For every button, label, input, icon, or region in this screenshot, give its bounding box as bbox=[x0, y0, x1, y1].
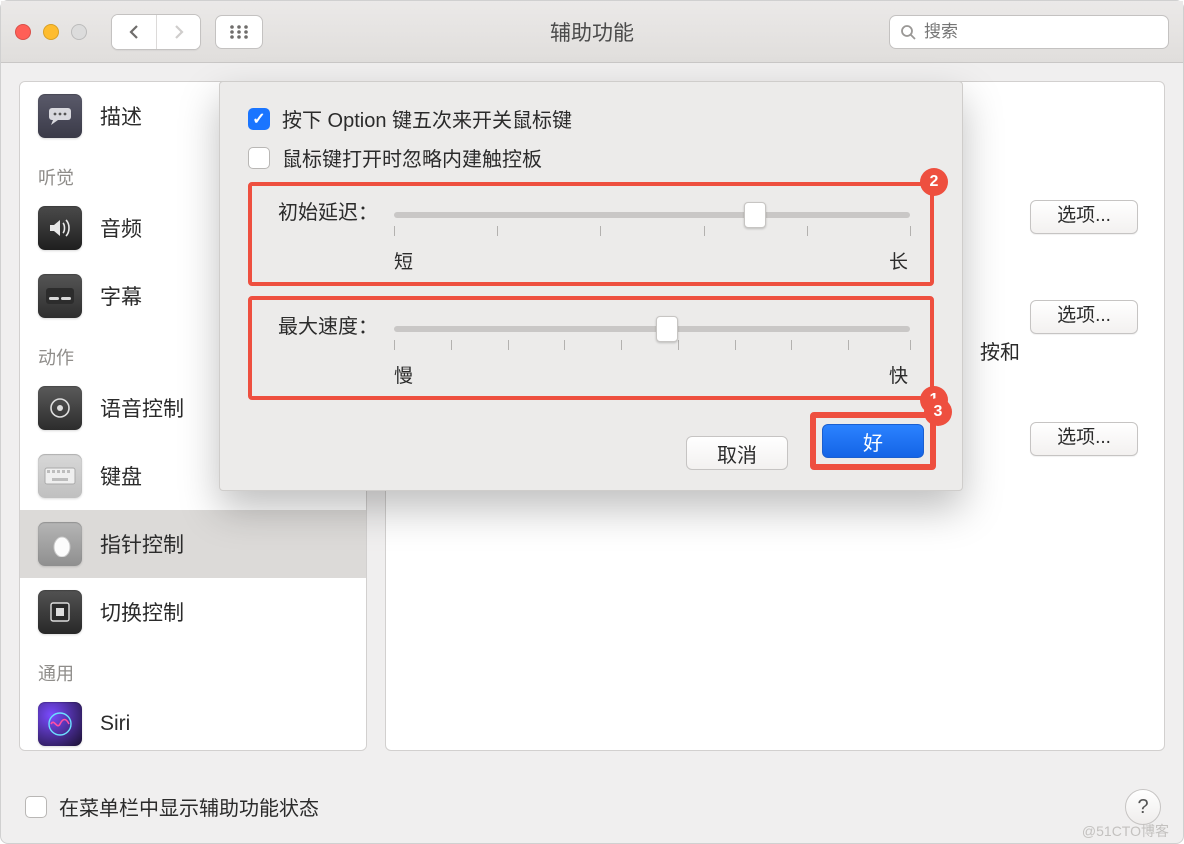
search-input[interactable] bbox=[924, 22, 1158, 42]
sidebar-item-pointer-control[interactable]: 指针控制 bbox=[20, 510, 366, 578]
max-speed-min: 慢 bbox=[394, 361, 413, 388]
footer: 在菜单栏中显示辅助功能状态 bbox=[25, 792, 319, 821]
keyboard-icon bbox=[38, 454, 82, 498]
cancel-button[interactable]: 取消 bbox=[686, 436, 788, 470]
search-icon bbox=[900, 24, 916, 40]
ignore-trackpad-checkbox[interactable] bbox=[248, 147, 270, 169]
nav-segmented bbox=[111, 14, 201, 50]
ignore-trackpad-label: 鼠标键打开时忽略内建触控板 bbox=[282, 143, 542, 172]
close-window-icon[interactable] bbox=[15, 24, 31, 40]
highlight-ok: 3 好 bbox=[810, 412, 936, 470]
menubar-status-label: 在菜单栏中显示辅助功能状态 bbox=[59, 792, 319, 821]
credit-text: @51CTO博客 bbox=[1082, 821, 1169, 841]
switch-control-icon bbox=[38, 590, 82, 634]
zoom-window-icon[interactable] bbox=[71, 24, 87, 40]
bg-text-fragment: 按和 bbox=[980, 336, 1020, 365]
sidebar-item-label: Siri bbox=[100, 712, 130, 736]
category-general: 通用 bbox=[20, 646, 366, 690]
mouse-keys-options-sheet: 按下 Option 键五次来开关鼠标键 鼠标键打开时忽略内建触控板 2 初始延迟… bbox=[219, 81, 963, 491]
sidebar-item-label: 语音控制 bbox=[100, 393, 184, 423]
badge-2: 2 bbox=[920, 168, 948, 196]
sidebar-item-siri[interactable]: Siri bbox=[20, 690, 366, 751]
initial-delay-min: 短 bbox=[394, 247, 413, 274]
help-button[interactable]: ? bbox=[1125, 789, 1161, 825]
option-5x-checkbox[interactable] bbox=[248, 108, 270, 130]
options-button-2[interactable]: 选项... bbox=[1030, 300, 1138, 334]
show-all-button[interactable] bbox=[215, 15, 263, 49]
sidebar-item-label: 字幕 bbox=[100, 281, 142, 311]
minimize-window-icon[interactable] bbox=[43, 24, 59, 40]
slider-thumb[interactable] bbox=[744, 202, 766, 228]
siri-icon bbox=[38, 702, 82, 746]
speech-bubble-icon bbox=[38, 94, 82, 138]
toolbar: 辅助功能 bbox=[1, 1, 1183, 63]
sidebar-item-label: 指针控制 bbox=[100, 529, 184, 559]
captions-icon bbox=[38, 274, 82, 318]
sidebar-item-label: 切换控制 bbox=[100, 597, 184, 627]
ok-button[interactable]: 好 bbox=[822, 424, 924, 458]
sidebar-item-label: 键盘 bbox=[100, 461, 142, 491]
max-speed-max: 快 bbox=[889, 361, 908, 388]
initial-delay-slider[interactable] bbox=[394, 212, 910, 218]
initial-delay-max: 长 bbox=[889, 247, 908, 274]
window-controls bbox=[15, 24, 87, 40]
search-field[interactable] bbox=[889, 15, 1169, 49]
highlight-initial-delay: 2 初始延迟： 短 长 bbox=[248, 182, 934, 286]
forward-button[interactable] bbox=[156, 15, 200, 49]
max-speed-label: 最大速度： bbox=[268, 310, 378, 339]
sidebar-item-switch-control[interactable]: 切换控制 bbox=[20, 578, 366, 646]
back-button[interactable] bbox=[112, 15, 156, 49]
slider-thumb[interactable] bbox=[656, 316, 678, 342]
max-speed-slider[interactable] bbox=[394, 326, 910, 332]
menubar-status-checkbox[interactable] bbox=[25, 796, 47, 818]
option-5x-label: 按下 Option 键五次来开关鼠标键 bbox=[282, 104, 572, 133]
options-button-1[interactable]: 选项... bbox=[1030, 200, 1138, 234]
options-button-3[interactable]: 选项... bbox=[1030, 422, 1138, 456]
sidebar-item-label: 音频 bbox=[100, 213, 142, 243]
speaker-icon bbox=[38, 206, 82, 250]
highlight-max-speed: 最大速度： 慢 快 1 bbox=[248, 296, 934, 400]
initial-delay-label: 初始延迟： bbox=[268, 196, 378, 225]
voice-control-icon bbox=[38, 386, 82, 430]
badge-3: 3 bbox=[924, 398, 952, 426]
mouse-icon bbox=[38, 522, 82, 566]
sidebar-item-label: 描述 bbox=[100, 101, 142, 131]
